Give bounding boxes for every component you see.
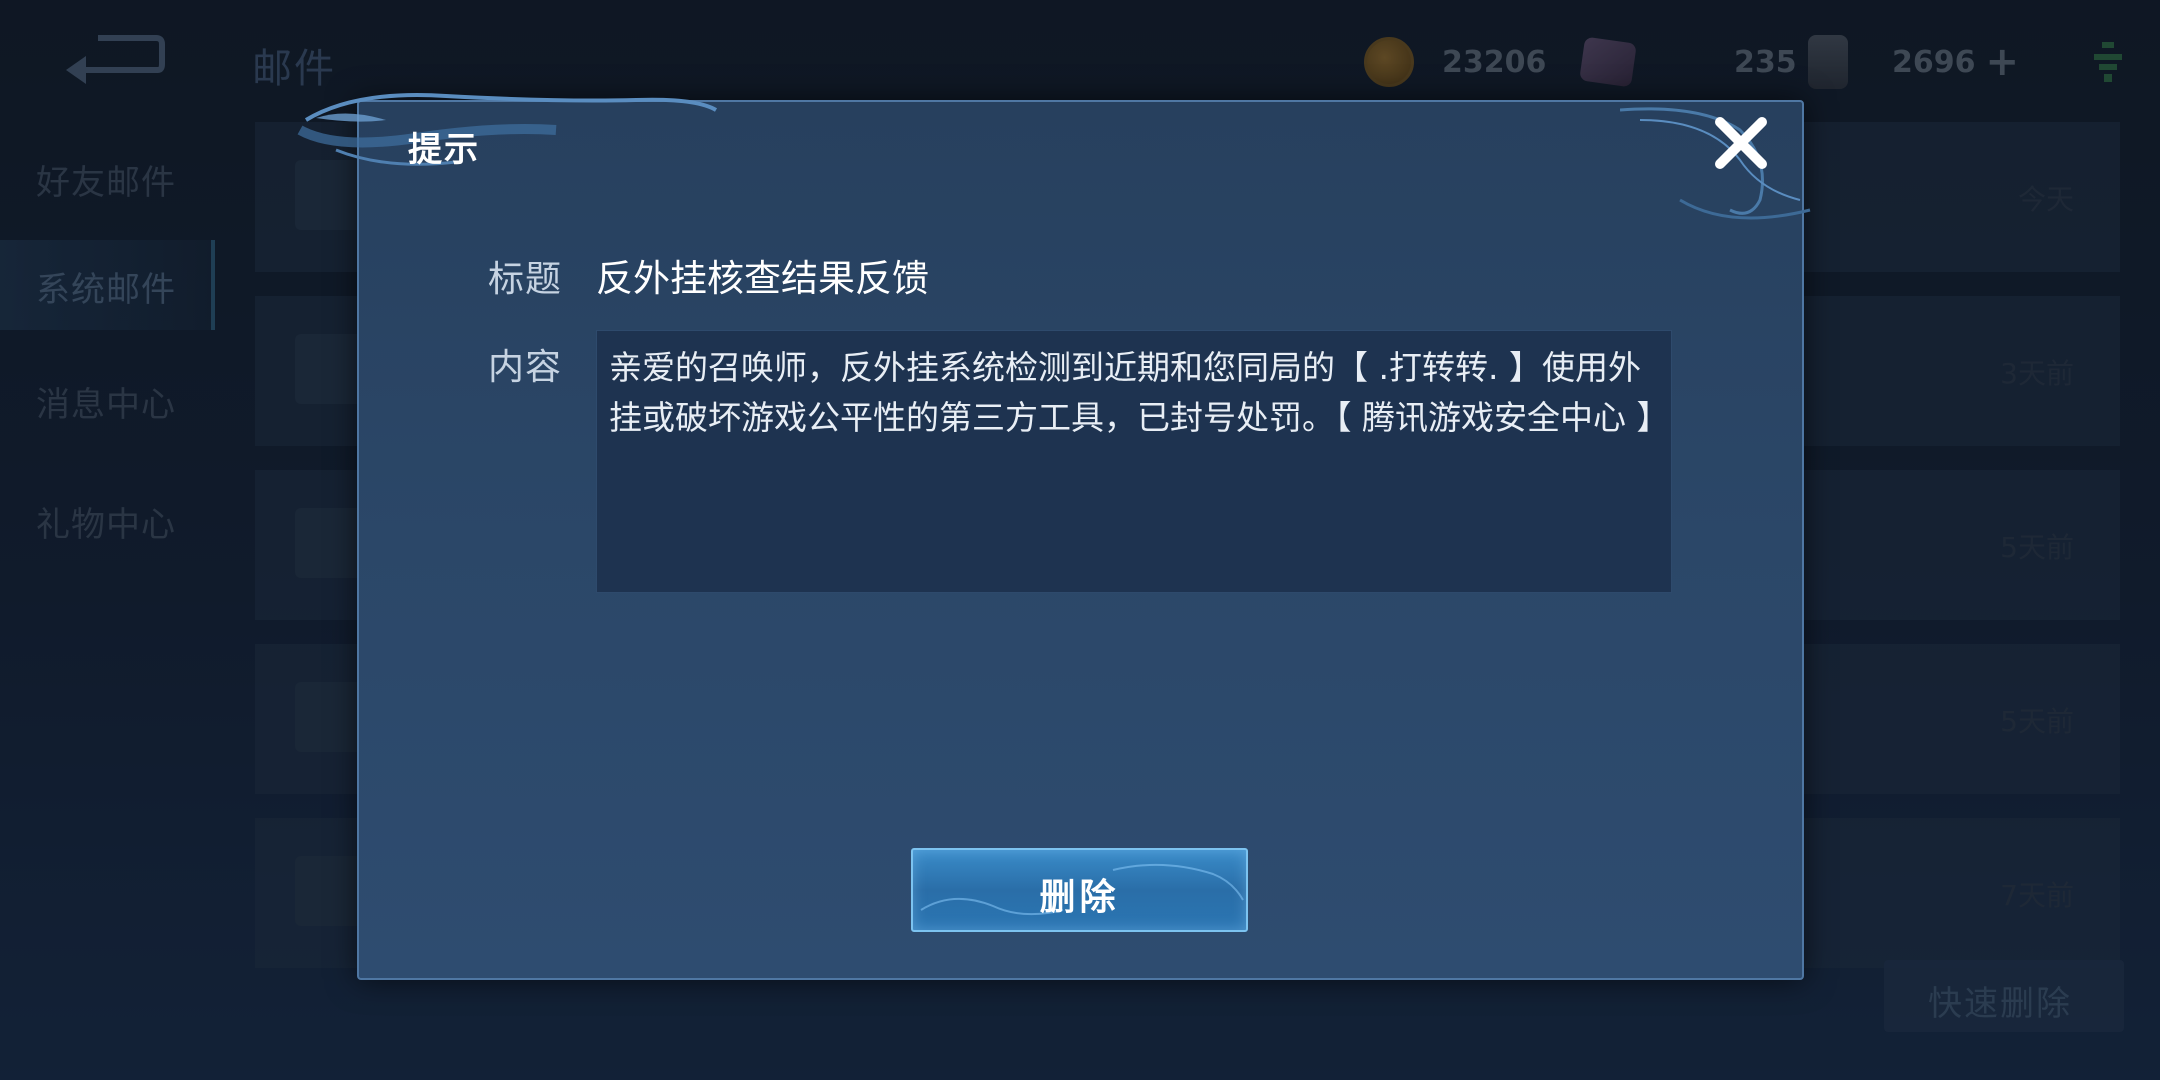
- delete-button-label: 删除: [1039, 877, 1120, 918]
- close-icon[interactable]: [1710, 112, 1772, 174]
- content-box[interactable]: 亲爱的召唤师，反外挂系统检测到近期和您同局的【 .打转转. 】使用外挂或破坏游戏…: [596, 330, 1672, 593]
- subject-label: 标题: [488, 259, 563, 300]
- subject-text: 反外挂核查结果反馈: [596, 257, 929, 300]
- content-text: 亲爱的召唤师，反外挂系统检测到近期和您同局的【 .打转转. 】使用外挂或破坏游戏…: [609, 348, 1670, 437]
- swirl-decoration: [297, 93, 718, 166]
- content-label: 内容: [488, 347, 563, 388]
- dialog-title: 提示: [408, 130, 480, 170]
- delete-button[interactable]: 删除: [911, 848, 1248, 932]
